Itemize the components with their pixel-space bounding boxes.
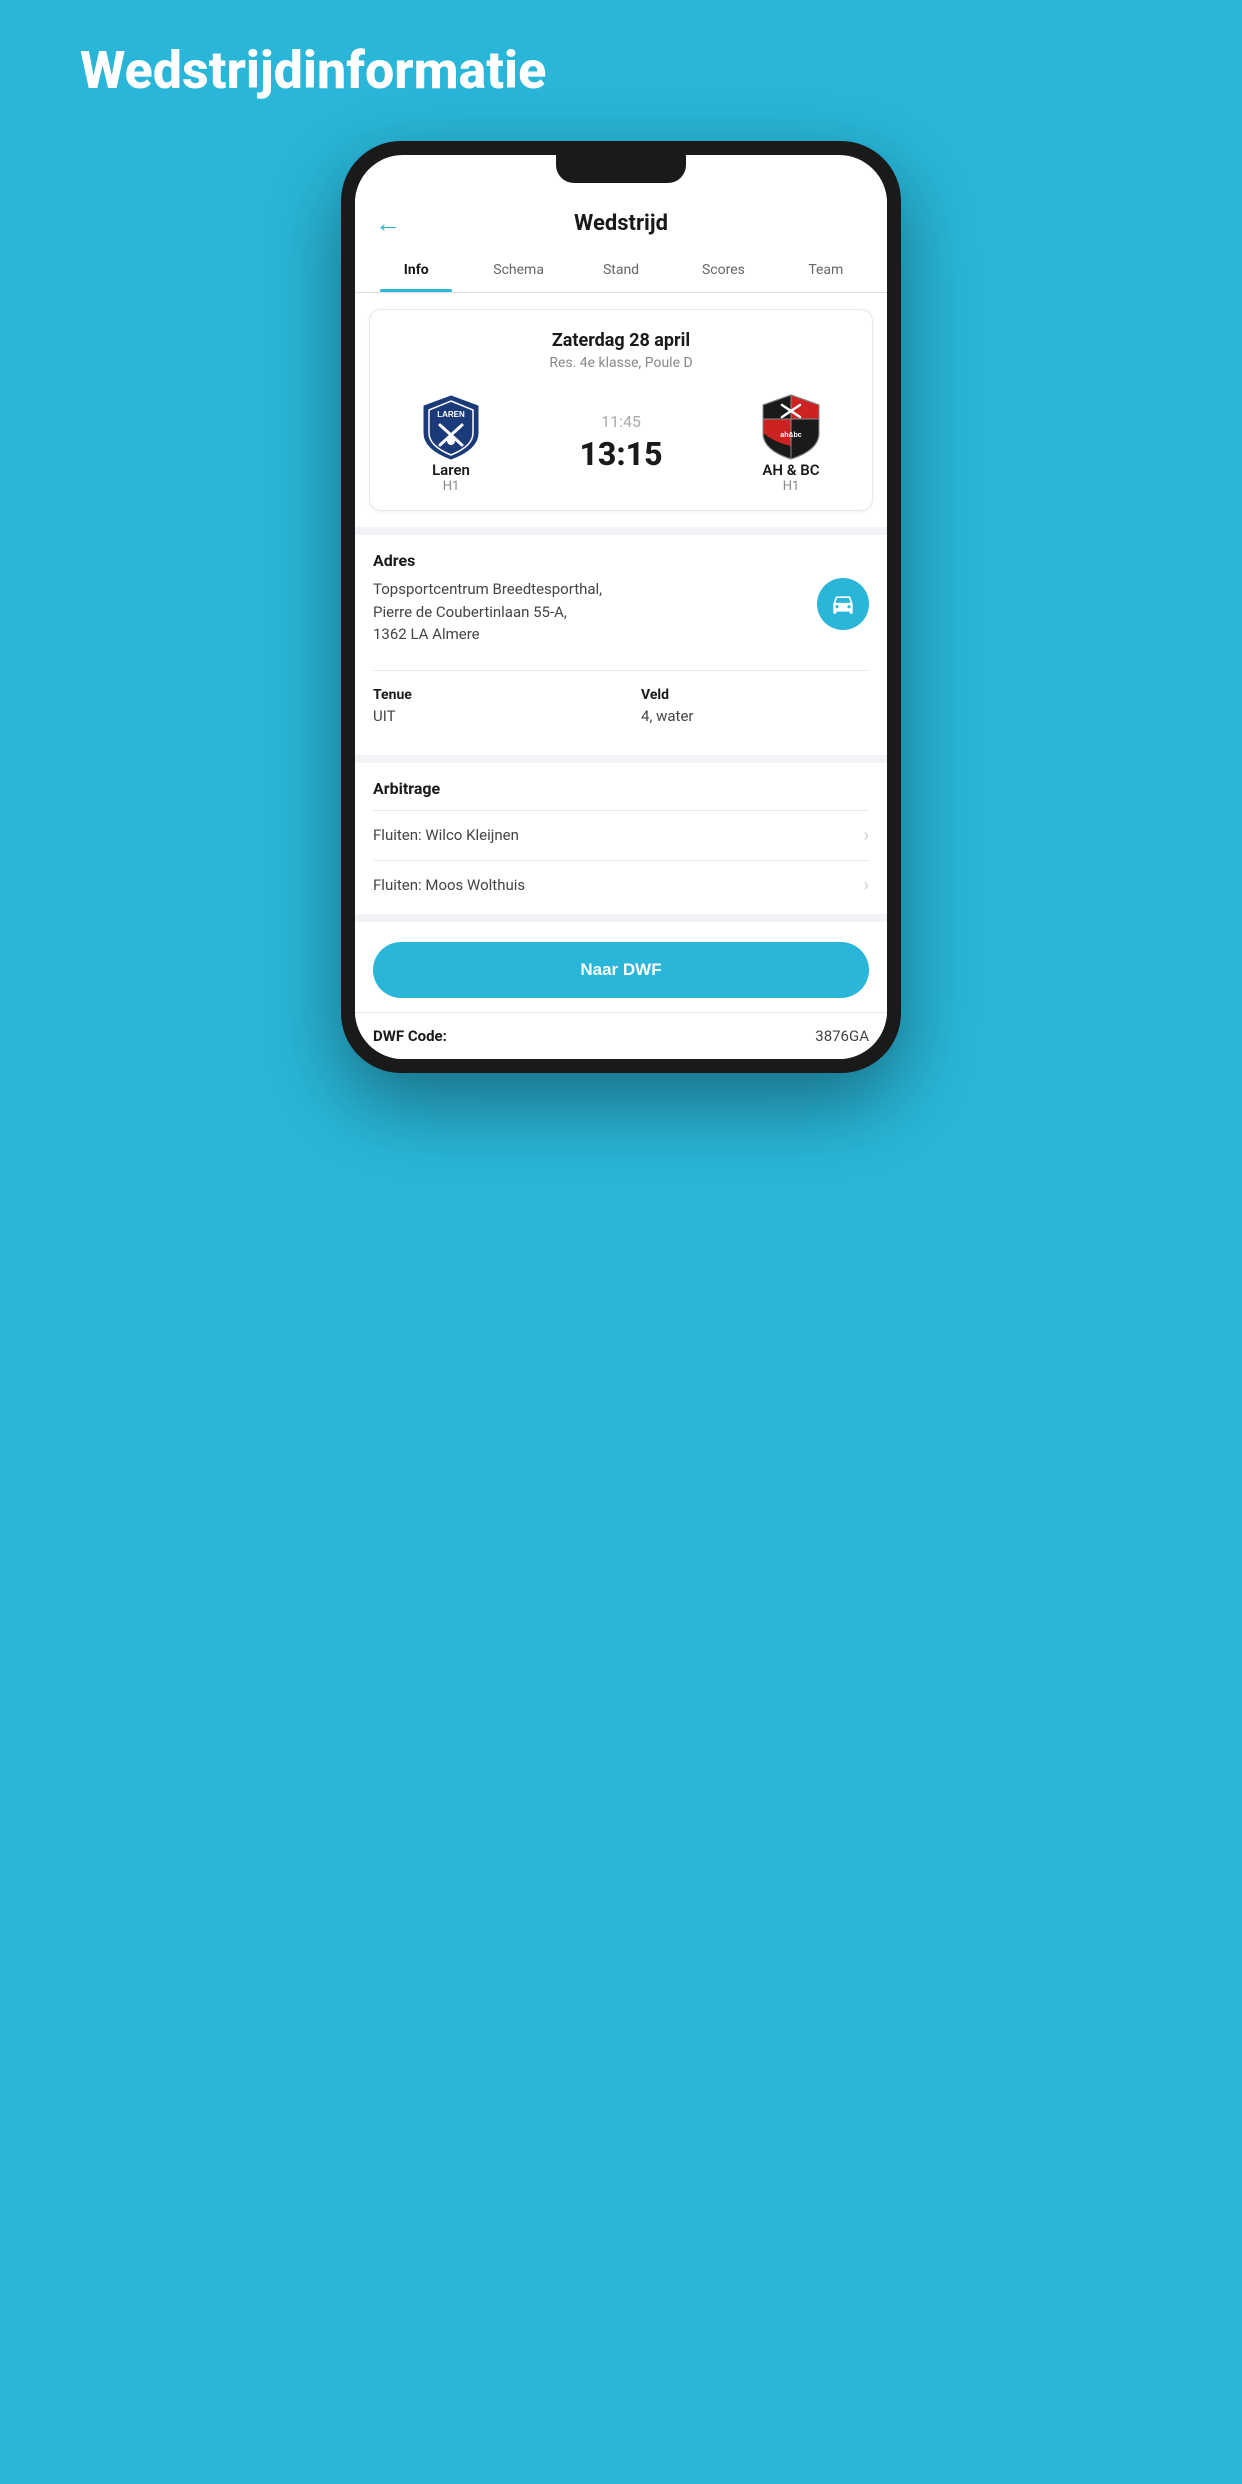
tab-info[interactable]: Info: [365, 248, 467, 292]
navigate-button[interactable]: [817, 578, 869, 630]
tenue-veld-row: Tenue UIT Veld 4, water: [373, 687, 869, 725]
tab-team[interactable]: Team: [775, 248, 877, 292]
veld-value: 4, water: [641, 707, 869, 725]
match-league: Res. 4e klasse, Poule D: [386, 355, 856, 371]
dwf-button[interactable]: Naar DWF: [373, 942, 869, 998]
dwf-code-row: DWF Code: 3876GA: [355, 1012, 887, 1059]
tab-scores[interactable]: Scores: [672, 248, 774, 292]
veld-col: Veld 4, water: [641, 687, 869, 725]
tenue-col: Tenue UIT: [373, 687, 601, 725]
match-teams: LAREN Laren H1 11:45 13:15: [386, 391, 856, 494]
match-card: Zaterdag 28 april Res. 4e klasse, Poule …: [369, 309, 873, 511]
header-title: Wedstrijd: [574, 211, 668, 236]
arbitrage-section: Arbitrage Fluiten: Wilco Kleijnen › Flui…: [355, 763, 887, 914]
referee-1-item[interactable]: Fluiten: Wilco Kleijnen ›: [373, 810, 869, 860]
address-row: Topsportcentrum Breedtesporthal,Pierre d…: [373, 578, 869, 646]
score-block: 11:45 13:15: [579, 412, 662, 473]
tab-stand[interactable]: Stand: [570, 248, 672, 292]
tenue-label: Tenue: [373, 687, 601, 703]
away-team-sub: H1: [783, 479, 800, 494]
referee-2-name: Fluiten: Moos Wolthuis: [373, 876, 525, 894]
chevron-right-icon-1: ›: [864, 825, 869, 846]
address-label: Adres: [373, 551, 869, 570]
car-icon: [830, 591, 856, 617]
dwf-section: Naar DWF: [355, 922, 887, 1012]
referee-1-name: Fluiten: Wilco Kleijnen: [373, 826, 519, 844]
home-team-block: LAREN Laren H1: [396, 391, 506, 494]
home-team-name: Laren: [432, 461, 470, 479]
phone-frame: ← Wedstrijd Info Schema Stand Scores Tea…: [341, 141, 901, 1073]
tab-bar: Info Schema Stand Scores Team: [355, 248, 887, 293]
back-button[interactable]: ←: [375, 208, 401, 239]
match-time: 11:45: [601, 412, 641, 431]
chevron-right-icon-2: ›: [864, 875, 869, 896]
section-gap-1: [355, 527, 887, 535]
referee-2-item[interactable]: Fluiten: Moos Wolthuis ›: [373, 860, 869, 910]
tenue-veld-section: Tenue UIT Veld 4, water: [355, 671, 887, 747]
dwf-code-label: DWF Code:: [373, 1027, 447, 1045]
away-team-block: ah&bc AH & BC H1: [736, 391, 846, 494]
tenue-value: UIT: [373, 707, 601, 725]
section-gap-3: [355, 914, 887, 922]
page-title: Wedstrijdinformatie: [80, 40, 546, 101]
phone-notch: [556, 155, 686, 183]
arbitrage-label: Arbitrage: [373, 779, 869, 798]
home-team-logo: LAREN: [416, 391, 486, 461]
away-team-name: AH & BC: [762, 461, 819, 479]
dwf-code-value: 3876GA: [815, 1027, 869, 1045]
home-team-sub: H1: [443, 479, 460, 494]
section-gap-2: [355, 755, 887, 763]
match-date: Zaterdag 28 april: [386, 330, 856, 351]
svg-text:LAREN: LAREN: [437, 410, 465, 419]
phone-screen: ← Wedstrijd Info Schema Stand Scores Tea…: [355, 155, 887, 1059]
svg-text:ah&bc: ah&bc: [780, 432, 802, 439]
screen-content: ← Wedstrijd Info Schema Stand Scores Tea…: [355, 155, 887, 1059]
veld-label: Veld: [641, 687, 869, 703]
match-score: 13:15: [579, 435, 662, 473]
address-section: Adres Topsportcentrum Breedtesporthal,Pi…: [355, 535, 887, 662]
tab-schema[interactable]: Schema: [467, 248, 569, 292]
address-value: Topsportcentrum Breedtesporthal,Pierre d…: [373, 578, 602, 646]
away-team-logo: ah&bc: [756, 391, 826, 461]
app-header: ← Wedstrijd: [355, 175, 887, 248]
